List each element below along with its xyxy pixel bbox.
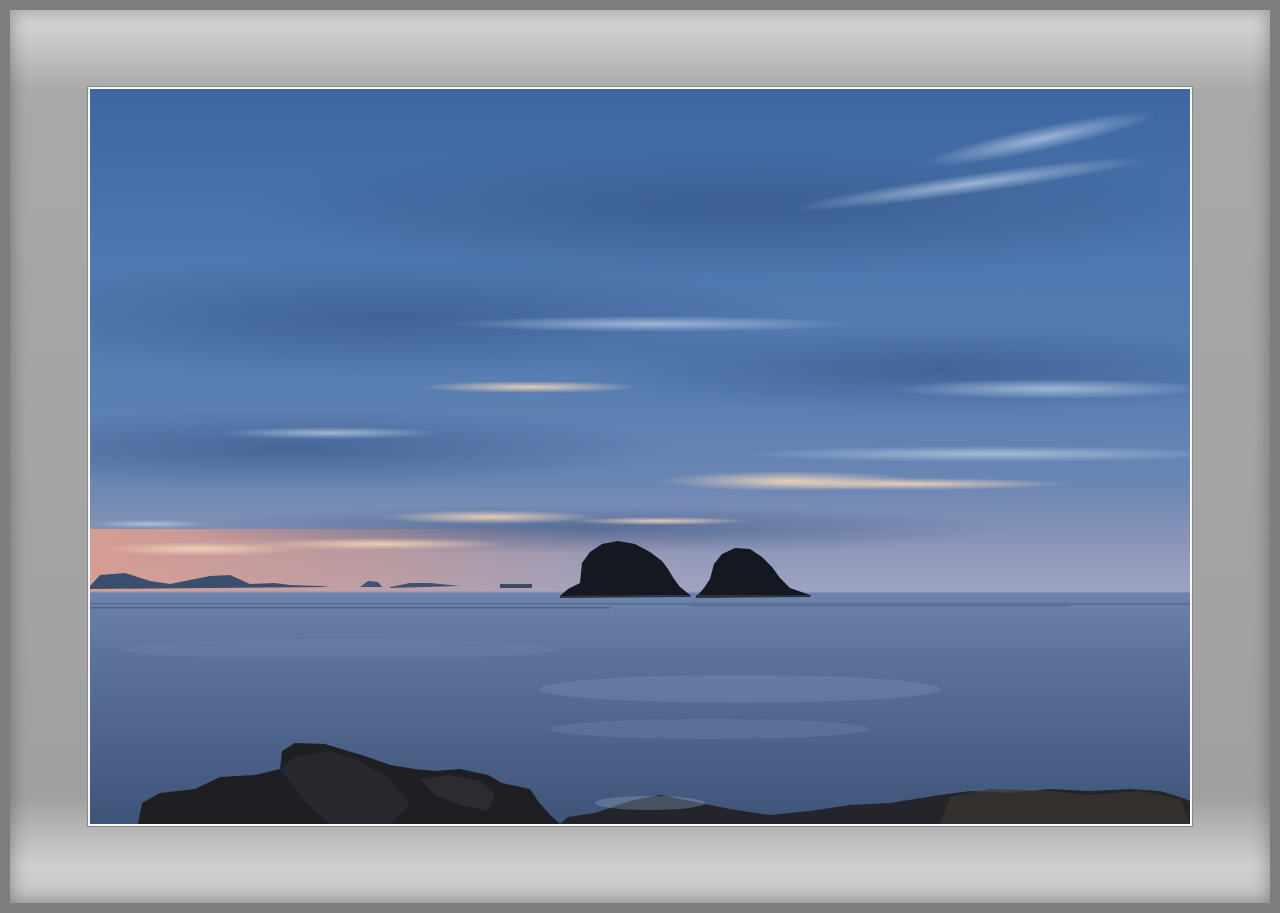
distant-ship	[500, 584, 532, 588]
rock-highlight-3	[940, 789, 1190, 824]
seascape-svg	[90, 89, 1190, 824]
seascape-photo	[90, 89, 1190, 824]
wave-foam	[595, 796, 705, 810]
